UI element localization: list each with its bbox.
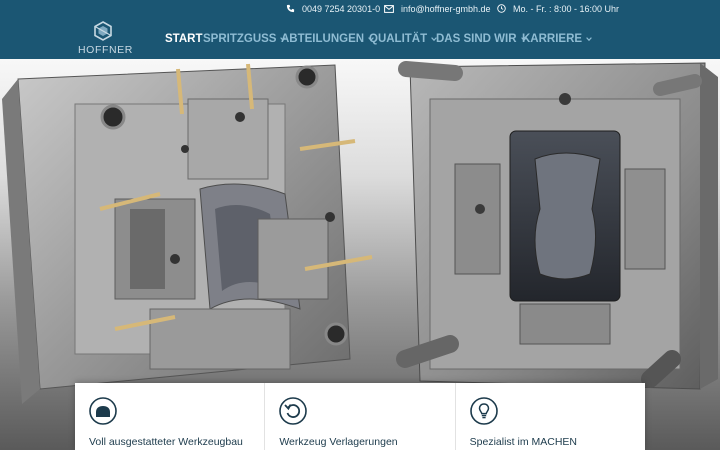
feature-cards: Voll ausgestatteter Werkzeugbau Werkzeug… — [75, 383, 645, 450]
feature-card-spezialist[interactable]: Spezialist im MACHEN — [456, 383, 645, 450]
nav-label: QUALITÄT — [369, 33, 428, 45]
nav-label: START — [165, 33, 203, 45]
nav-qualitaet[interactable]: QUALITÄT — [369, 32, 437, 46]
feature-title: Voll ausgestatteter Werkzeugbau — [89, 436, 243, 448]
phone-icon — [286, 4, 295, 13]
main-navigation: HOFFNER START SPRITZGUSS ABTEILUNGEN QUA… — [0, 17, 720, 59]
email-contact[interactable]: info@hoffner-gmbh.de — [384, 2, 491, 15]
phone-number: 0049 7254 20301-0 — [302, 3, 381, 14]
top-info-bar: 0049 7254 20301-0 info@hoffner-gmbh.de M… — [0, 0, 720, 17]
nav-karriere[interactable]: KARRIERE — [522, 32, 592, 46]
nav-start[interactable]: START — [165, 32, 202, 46]
feature-card-werkzeugbau[interactable]: Voll ausgestatteter Werkzeugbau — [75, 383, 266, 450]
nav-label: DAS SIND WIR — [436, 33, 517, 45]
nav-label: ABTEILUNGEN — [281, 33, 365, 45]
nav-spritzguss[interactable]: SPRITZGUSS — [203, 32, 287, 46]
brand-name: HOFFNER — [78, 44, 133, 56]
lightbulb-icon — [469, 397, 498, 425]
nav-label: KARRIERE — [522, 33, 583, 45]
envelope-icon — [384, 4, 394, 13]
nav-label: SPRITZGUSS — [203, 33, 277, 45]
nav-das-sind-wir[interactable]: DAS SIND WIR — [436, 32, 527, 46]
opening-hours: Mo. - Fr. : 8:00 - 16:00 Uhr — [497, 2, 619, 15]
chevron-down-icon — [586, 37, 592, 42]
hours-text: Mo. - Fr. : 8:00 - 16:00 Uhr — [513, 3, 620, 14]
mold-icon — [89, 397, 117, 425]
feature-card-verlagerungen[interactable]: Werkzeug Verlagerungen — [265, 383, 456, 450]
email-address: info@hoffner-gmbh.de — [401, 3, 491, 14]
clock-icon — [497, 4, 506, 13]
nav-abteilungen[interactable]: ABTEILUNGEN — [281, 32, 374, 46]
phone-contact[interactable]: 0049 7254 20301-0 — [286, 2, 380, 15]
feature-title: Werkzeug Verlagerungen — [279, 436, 398, 448]
refresh-icon — [279, 397, 308, 425]
feature-title: Spezialist im MACHEN — [469, 436, 578, 448]
